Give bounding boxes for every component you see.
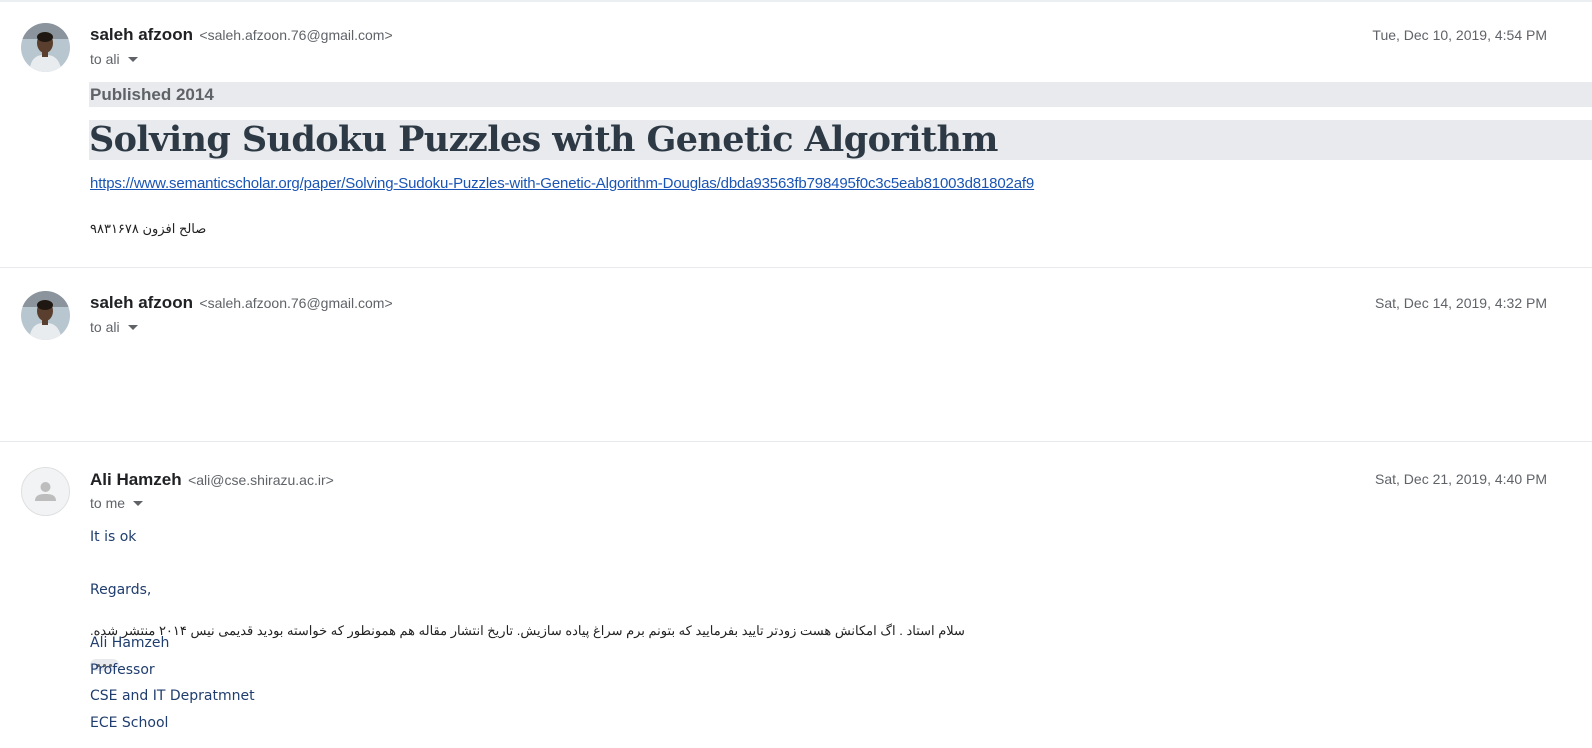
paper-title: Solving Sudoku Puzzles with Genetic Algo… [89,120,1592,160]
published-label: Published 2014 [89,82,1592,107]
sender: saleh afzoon <saleh.afzoon.76@gmail.com> [90,293,393,313]
recipient-label: to ali [90,51,120,67]
recipient-toggle[interactable]: to ali [90,319,138,335]
email-message[interactable]: saleh afzoon <saleh.afzoon.76@gmail.com>… [0,268,1592,671]
sender-email: <saleh.afzoon.76@gmail.com> [199,295,393,311]
message-body-line: Professor [90,662,155,678]
chevron-down-icon[interactable] [133,500,144,506]
sender-name[interactable]: saleh afzoon [90,25,193,44]
sender-signature: صالح افزون ۹۸۳۱۶۷۸ [90,221,207,236]
message-date: Sat, Dec 14, 2019, 4:32 PM [1375,295,1547,311]
chevron-down-icon[interactable] [127,324,138,330]
recipient-label: to me [90,495,126,511]
sender-email: <saleh.afzoon.76@gmail.com> [199,27,393,43]
recipient-toggle[interactable]: to ali [90,51,138,67]
sender: Ali Hamzeh <ali@cse.shirazu.ac.ir> [90,470,334,490]
message-body-line: It is ok [90,529,137,545]
paper-link[interactable]: https://www.semanticscholar.org/paper/So… [90,175,1034,192]
sender-name[interactable]: saleh afzoon [90,293,193,312]
message-date: Sat, Dec 21, 2019, 4:40 PM [1375,471,1547,487]
sender-email: <ali@cse.shirazu.ac.ir> [188,472,334,488]
message-date: Tue, Dec 10, 2019, 4:54 PM [1372,27,1547,43]
email-message[interactable]: Ali Hamzeh <ali@cse.shirazu.ac.ir> to me… [0,442,1592,748]
sender-name[interactable]: Ali Hamzeh [90,470,182,489]
email-message[interactable]: saleh afzoon <saleh.afzoon.76@gmail.com>… [0,0,1592,268]
message-body-line: CSE and IT Depratmnet [90,688,255,704]
recipient-toggle[interactable]: to me [90,495,144,511]
sender: saleh afzoon <saleh.afzoon.76@gmail.com> [90,25,393,45]
chevron-down-icon[interactable] [127,56,138,62]
message-body-line: Ali Hamzeh [90,635,170,651]
message-body-line: ECE School [90,715,169,731]
message-body-line: Regards, [90,582,152,598]
avatar[interactable] [21,291,70,340]
default-avatar-icon[interactable] [21,467,70,516]
avatar[interactable] [21,23,70,72]
recipient-label: to ali [90,319,120,335]
